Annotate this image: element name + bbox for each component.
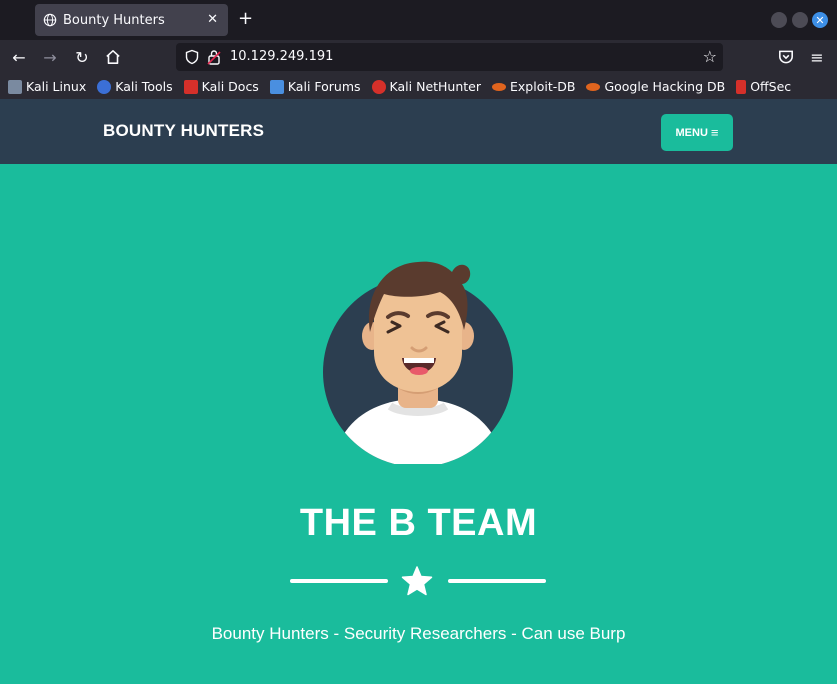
window-close-button[interactable]: ✕ bbox=[812, 12, 828, 28]
back-arrow-icon[interactable]: ← bbox=[10, 48, 28, 67]
bookmark-kali-linux[interactable]: Kali Linux bbox=[8, 79, 86, 94]
bookmark-kali-nethunter[interactable]: Kali NetHunter bbox=[371, 79, 481, 94]
kali-nethunter-icon bbox=[371, 79, 386, 94]
insecure-lock-icon[interactable] bbox=[207, 49, 221, 65]
globe-icon bbox=[43, 13, 57, 27]
reload-icon[interactable]: ↻ bbox=[73, 48, 91, 67]
hamburger-menu-icon[interactable]: ≡ bbox=[808, 48, 826, 67]
masthead: THE B TEAM Bounty Hunters - Security Res… bbox=[0, 164, 837, 684]
home-icon[interactable] bbox=[104, 48, 122, 66]
new-tab-button[interactable]: + bbox=[238, 9, 253, 29]
tab-close-icon[interactable]: ✕ bbox=[207, 12, 218, 27]
bookmark-kali-forums[interactable]: Kali Forums bbox=[269, 79, 361, 94]
site-navbar: BOUNTY HUNTERS MENU ≡ bbox=[0, 99, 837, 164]
ghdb-icon bbox=[586, 82, 601, 91]
browser-tab-strip: Bounty Hunters ✕ + ✕ bbox=[0, 0, 837, 40]
minimize-button[interactable] bbox=[771, 12, 787, 28]
menu-label: MENU bbox=[675, 126, 708, 139]
kali-docs-icon bbox=[183, 79, 198, 94]
bookmark-exploit-db[interactable]: Exploit-DB bbox=[492, 79, 575, 94]
bookmark-star-icon[interactable]: ☆ bbox=[703, 47, 717, 66]
menu-bars-icon: ≡ bbox=[710, 125, 719, 140]
tracking-protection-shield-icon[interactable] bbox=[184, 49, 200, 65]
tab-title: Bounty Hunters bbox=[63, 12, 165, 28]
bookmark-kali-docs[interactable]: Kali Docs bbox=[183, 79, 259, 94]
browser-tab[interactable]: Bounty Hunters ✕ bbox=[35, 4, 228, 36]
kali-dragon-icon bbox=[8, 79, 22, 94]
site-brand-link[interactable]: BOUNTY HUNTERS bbox=[103, 121, 264, 141]
bookmark-offsec[interactable]: OffSec bbox=[736, 79, 791, 94]
hero-heading: THE B TEAM bbox=[299, 502, 538, 544]
avatar-illustration bbox=[323, 261, 513, 464]
menu-button[interactable]: MENU ≡ bbox=[661, 114, 733, 151]
browser-toolbar: ← → ↻ 10.129.249.191 ☆ ≡ bbox=[0, 40, 837, 74]
star-icon bbox=[401, 566, 433, 596]
divider-line-right bbox=[448, 579, 546, 583]
bookmark-kali-tools[interactable]: Kali Tools bbox=[97, 79, 173, 94]
maximize-button[interactable] bbox=[792, 12, 808, 28]
forward-arrow-icon[interactable]: → bbox=[41, 48, 59, 67]
bookmarks-toolbar: Kali Linux Kali Tools Kali Docs Kali For… bbox=[0, 74, 837, 99]
bookmark-google-hacking-db[interactable]: Google Hacking DB bbox=[586, 79, 725, 94]
pocket-icon[interactable] bbox=[777, 48, 795, 66]
kali-tools-icon bbox=[97, 79, 112, 94]
offsec-icon bbox=[736, 79, 747, 94]
address-bar[interactable]: 10.129.249.191 ☆ bbox=[176, 43, 723, 71]
exploit-db-icon bbox=[492, 82, 507, 91]
star-divider bbox=[290, 566, 546, 596]
kali-forums-icon bbox=[269, 79, 284, 94]
hero-subheading: Bounty Hunters - Security Researchers - … bbox=[211, 624, 626, 643]
url-text[interactable]: 10.129.249.191 bbox=[230, 49, 333, 64]
divider-line-left bbox=[290, 579, 388, 583]
